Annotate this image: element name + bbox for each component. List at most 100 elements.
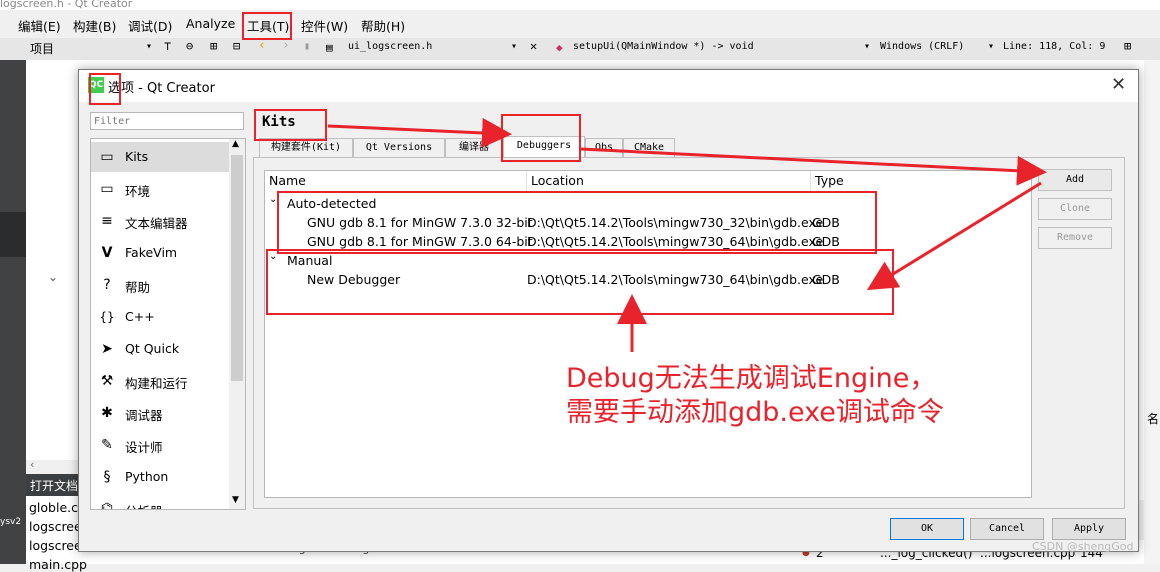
nav-item-fakevim[interactable]: V FakeVim bbox=[91, 238, 229, 268]
options-category-list: ▭ Kits ▭ 环境 ≡ 文本编辑器 V FakeVim ? 帮助 {} C+… bbox=[90, 138, 246, 510]
mode-sidebar bbox=[0, 60, 26, 564]
apply-button[interactable]: Apply bbox=[1052, 518, 1126, 540]
annotation-box-kits bbox=[254, 109, 327, 141]
nav-item-environment[interactable]: ▭ 环境 bbox=[91, 174, 229, 204]
window-title: logscreen.h - Qt Creator bbox=[0, 0, 133, 10]
function-dropdown-icon[interactable]: ▾ bbox=[864, 41, 870, 52]
window-titlebar: logscreen.h - Qt Creator bbox=[0, 0, 1160, 10]
lock-icon: ▮ bbox=[304, 41, 311, 52]
filter-input[interactable] bbox=[90, 112, 244, 130]
tab-qt-versions[interactable]: Qt Versions bbox=[353, 138, 445, 157]
ok-button[interactable]: OK bbox=[890, 518, 964, 540]
open-doc-item[interactable]: main.cpp bbox=[29, 557, 87, 572]
link-icon[interactable]: ⊖ bbox=[186, 39, 193, 53]
annotation-line-2: 需要手动添加gdb.exe调试命令 bbox=[566, 397, 944, 428]
cursor-position: Line: 118, Col: 9 bbox=[1003, 41, 1106, 52]
line-endings-dropdown-icon[interactable]: ▾ bbox=[988, 41, 994, 52]
back-icon[interactable]: ‹ bbox=[258, 38, 266, 53]
braces-icon: {} bbox=[99, 310, 115, 324]
current-file[interactable]: ui_logscreen.h bbox=[348, 41, 432, 52]
nav-scrollbar-thumb[interactable] bbox=[231, 155, 243, 381]
open-doc-item[interactable]: logscree bbox=[29, 519, 82, 534]
display-icon: ▭ bbox=[100, 181, 114, 197]
scroll-down-icon[interactable]: ▼ bbox=[232, 495, 239, 505]
annotation-box-debuggers-tab bbox=[501, 114, 581, 162]
menu-build[interactable]: 构建(B) bbox=[73, 16, 116, 35]
annotation-box-tools-menu bbox=[242, 12, 292, 40]
nav-item-label: 文本编辑器 bbox=[125, 216, 188, 231]
close-pane-icon[interactable]: ⊟ bbox=[233, 39, 240, 53]
add-button[interactable]: Add bbox=[1038, 169, 1112, 191]
help-icon: ? bbox=[103, 277, 111, 293]
analyzer-icon: ⌬ bbox=[100, 501, 114, 510]
nav-item-label: 分析器 bbox=[125, 501, 163, 509]
fakevim-icon: V bbox=[101, 245, 113, 261]
annotation-box-manual bbox=[266, 249, 894, 315]
nav-item-qt-quick[interactable]: ➤ Qt Quick bbox=[91, 334, 229, 364]
menu-analyze[interactable]: Analyze bbox=[186, 16, 235, 31]
nav-item-kits[interactable]: ▭ Kits bbox=[91, 142, 229, 172]
tree-expand-icon[interactable]: ⌄ bbox=[48, 270, 58, 284]
monitor-icon: ▭ bbox=[100, 149, 114, 165]
dialog-title: 选项 - Qt Creator bbox=[108, 81, 215, 96]
nav-item-label: Qt Quick bbox=[125, 341, 180, 356]
open-doc-item[interactable]: logscree bbox=[29, 538, 82, 553]
nav-item-build-run[interactable]: ⚒ 构建和运行 bbox=[91, 366, 229, 396]
nav-item-label: C++ bbox=[125, 309, 155, 324]
tab-cmake[interactable]: CMake bbox=[623, 138, 675, 157]
open-documents-title: 打开文档 bbox=[30, 479, 79, 493]
cancel-button[interactable]: Cancel bbox=[970, 518, 1044, 540]
menu-help[interactable]: 帮助(H) bbox=[361, 16, 405, 35]
line-endings[interactable]: Windows (CRLF) bbox=[880, 41, 964, 52]
hammer-icon: ⚒ bbox=[100, 373, 114, 389]
file-icon: ▤ bbox=[326, 41, 333, 54]
nav-item-analyzer[interactable]: ⌬ 分析器 bbox=[91, 494, 229, 510]
tab-compilers[interactable]: 编译器 bbox=[445, 138, 503, 157]
column-header-name[interactable]: Name bbox=[265, 171, 527, 191]
menu-edit[interactable]: 编辑(E) bbox=[18, 16, 61, 35]
nav-item-label: Python bbox=[125, 469, 169, 484]
annotation-line-1: Debug无法生成调试Engine， bbox=[566, 363, 937, 394]
watermark: CSDN @shengGod bbox=[1032, 540, 1134, 553]
menu-debug[interactable]: 调试(D) bbox=[128, 16, 172, 35]
bug-icon: ✱ bbox=[101, 405, 113, 421]
right-panel: 名 bbox=[1144, 60, 1160, 564]
document-icon: ≡ bbox=[101, 213, 113, 229]
nav-item-designer[interactable]: ✎ 设计师 bbox=[91, 430, 229, 460]
nav-item-debugger[interactable]: ✱ 调试器 bbox=[91, 398, 229, 428]
nav-item-label: 调试器 bbox=[125, 408, 163, 423]
clone-button[interactable]: Clone bbox=[1038, 198, 1112, 220]
dialog-titlebar: QC 选项 - Qt Creator ✕ bbox=[79, 70, 1138, 102]
qtquick-icon: ➤ bbox=[101, 341, 113, 357]
close-file-icon[interactable]: ✕ bbox=[530, 39, 537, 53]
nav-item-label: 环境 bbox=[125, 184, 151, 199]
function-selector[interactable]: setupUi(QMainWindow *) -> void bbox=[573, 41, 754, 52]
menu-bar: 编辑(E) 构建(B) 调试(D) Analyze 工具(T) 控件(W) 帮助… bbox=[0, 10, 1160, 38]
forward-icon[interactable]: › bbox=[282, 38, 290, 53]
dropdown-icon[interactable]: ▾ bbox=[146, 41, 152, 52]
nav-item-python[interactable]: § Python bbox=[91, 462, 229, 492]
nav-item-label: FakeVim bbox=[125, 245, 178, 260]
split-icon[interactable]: ⊞ bbox=[210, 39, 217, 53]
annotation-text: Debug无法生成调试Engine， 需要手动添加gdb.exe调试命令 bbox=[566, 362, 944, 430]
file-dropdown-icon[interactable]: ▾ bbox=[511, 41, 517, 52]
nav-item-label: Kits bbox=[125, 149, 149, 164]
nav-item-cpp[interactable]: {} C++ bbox=[91, 302, 229, 332]
remove-button[interactable]: Remove bbox=[1038, 227, 1112, 249]
menu-widgets[interactable]: 控件(W) bbox=[301, 16, 348, 35]
scroll-up-icon[interactable]: ▲ bbox=[232, 139, 239, 149]
nav-item-text-editor[interactable]: ≡ 文本编辑器 bbox=[91, 206, 229, 236]
scroll-left-icon[interactable]: ‹ bbox=[30, 458, 34, 471]
column-header-type[interactable]: Type bbox=[811, 171, 1031, 191]
column-header-location[interactable]: Location bbox=[527, 171, 811, 191]
tab-qbs[interactable]: Qbs bbox=[585, 138, 623, 157]
nav-item-help[interactable]: ? 帮助 bbox=[91, 270, 229, 300]
left-edge-text: ysv2 bbox=[0, 517, 22, 527]
filter-icon[interactable]: ⊤ bbox=[164, 39, 171, 53]
editor-toolbar: 项目 ▾ ⊤ ⊖ ⊞ ⊟ ‹ › ▮ ▤ ui_logscreen.h ▾ ✕ … bbox=[0, 38, 1160, 61]
right-panel-label: 名 bbox=[1147, 412, 1160, 426]
split-editor-icon[interactable]: ⊞ bbox=[1124, 39, 1131, 53]
mode-sidebar-selected[interactable] bbox=[0, 212, 26, 257]
project-selector[interactable]: 项目 bbox=[30, 40, 54, 57]
close-icon[interactable]: ✕ bbox=[1111, 74, 1126, 95]
